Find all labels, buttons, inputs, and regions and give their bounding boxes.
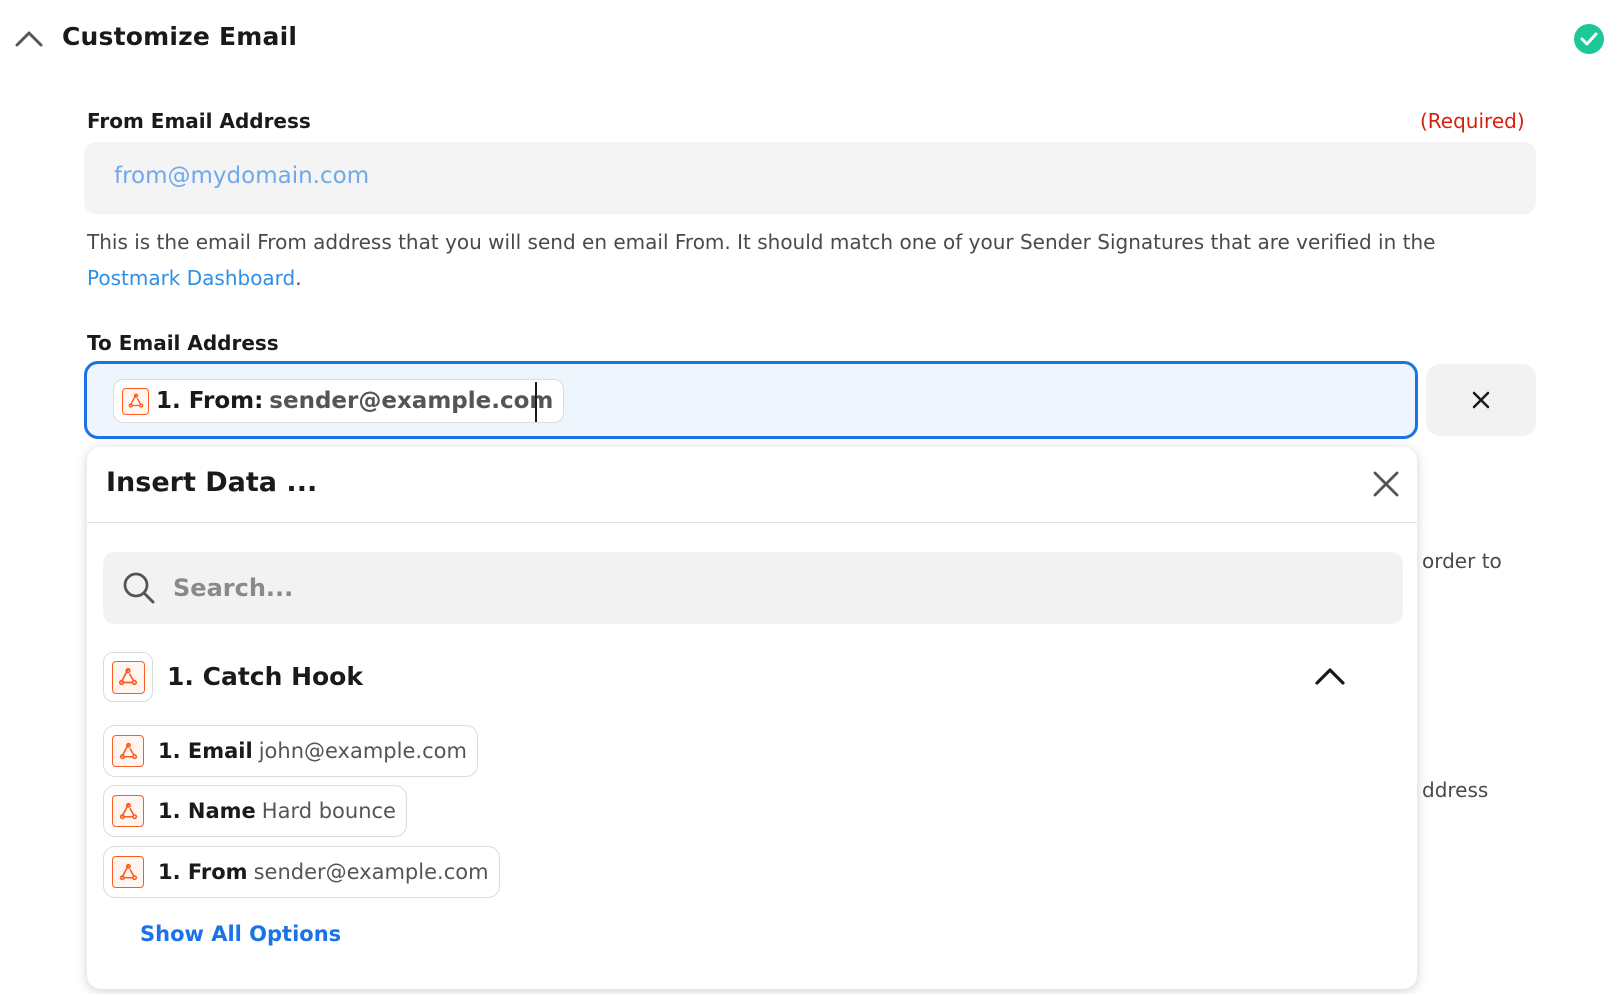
section-header[interactable]: Customize Email xyxy=(0,0,1618,80)
help-text: This is the email From address that you … xyxy=(87,230,1436,254)
search-box[interactable] xyxy=(103,552,1403,624)
help-suffix: . xyxy=(295,266,302,290)
to-email-input[interactable]: 1. From: sender@example.com xyxy=(84,361,1418,439)
check-circle-icon xyxy=(1574,24,1604,54)
item-value: sender@example.com xyxy=(253,860,489,884)
item-value: john@example.com xyxy=(258,739,467,763)
close-icon[interactable] xyxy=(1371,469,1401,499)
item-key: 1. Email xyxy=(158,739,253,763)
obscured-help-text-2: ddress xyxy=(1422,778,1489,802)
token-value: sender@example.com xyxy=(269,388,554,414)
divider xyxy=(87,522,1417,523)
from-email-placeholder: from@mydomain.com xyxy=(114,163,370,189)
webhook-icon xyxy=(112,795,144,827)
app-icon xyxy=(103,652,153,702)
item-key: 1. From xyxy=(158,860,248,884)
from-email-input[interactable]: from@mydomain.com xyxy=(84,142,1536,214)
to-email-label: To Email Address xyxy=(87,331,279,355)
search-icon xyxy=(123,572,155,604)
webhook-icon xyxy=(112,735,144,767)
search-input[interactable] xyxy=(173,566,1373,610)
chevron-up-icon[interactable] xyxy=(1313,664,1347,686)
show-all-options-link[interactable]: Show All Options xyxy=(140,922,341,946)
required-indicator: (Required) xyxy=(1420,109,1525,133)
item-value: Hard bounce xyxy=(261,799,396,823)
webhook-icon xyxy=(111,660,145,694)
obscured-help-text: order to xyxy=(1422,549,1502,573)
insert-data-title: Insert Data ... xyxy=(106,467,318,498)
close-icon xyxy=(1472,391,1490,409)
item-key: 1. Name xyxy=(158,799,256,823)
webhook-icon xyxy=(122,387,149,415)
text-caret xyxy=(535,382,537,422)
data-item-from[interactable]: 1. From sender@example.com xyxy=(103,846,500,898)
group-title: 1. Catch Hook xyxy=(167,662,363,691)
token-key: 1. From: xyxy=(156,388,264,414)
insert-data-dropdown: Insert Data ... 1. Catch Hook 1. Email j… xyxy=(87,447,1417,989)
section-title: Customize Email xyxy=(62,22,298,51)
from-email-help: This is the email From address that you … xyxy=(87,224,1547,296)
from-email-label: From Email Address xyxy=(87,109,311,133)
clear-to-button[interactable] xyxy=(1426,364,1536,436)
data-item-email[interactable]: 1. Email john@example.com xyxy=(103,725,478,777)
group-header-catch-hook[interactable]: 1. Catch Hook xyxy=(103,652,1403,708)
to-email-token[interactable]: 1. From: sender@example.com xyxy=(113,379,565,423)
data-item-name[interactable]: 1. Name Hard bounce xyxy=(103,785,407,837)
chevron-up-icon[interactable] xyxy=(14,28,44,48)
webhook-icon xyxy=(112,856,144,888)
postmark-dashboard-link[interactable]: Postmark Dashboard xyxy=(87,266,295,290)
